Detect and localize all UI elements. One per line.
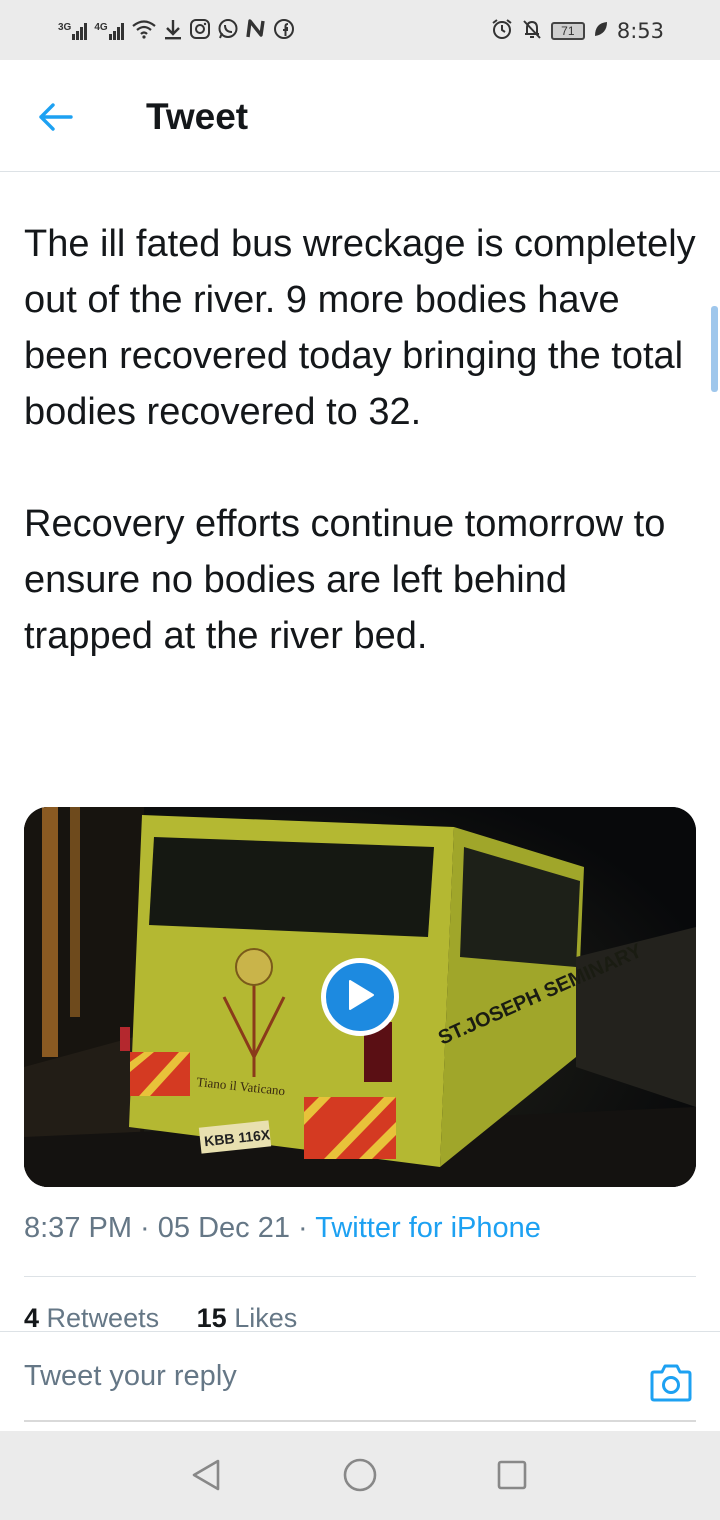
network-type-label: 3G xyxy=(58,22,72,33)
tweet-time: 8:37 PM xyxy=(24,1212,132,1244)
likes-count: 15 xyxy=(196,1303,227,1331)
camera-button[interactable] xyxy=(650,1362,692,1402)
nav-back-button[interactable] xyxy=(186,1457,226,1497)
clock: 8:53 xyxy=(616,19,664,43)
instagram-icon xyxy=(189,18,211,45)
alarm-icon xyxy=(491,18,513,45)
reply-bar: Tweet your reply xyxy=(0,1331,720,1431)
leaf-icon xyxy=(593,20,609,43)
tweet-stats: 4 Retweets 15 Likes xyxy=(24,1303,696,1331)
square-recents-icon xyxy=(496,1459,528,1496)
download-icon xyxy=(163,18,183,45)
divider xyxy=(24,1276,696,1277)
camera-icon xyxy=(650,1364,692,1406)
tweet-video[interactable]: KBB 116X Tiano il Vaticano ST.JOSEPH SEM… xyxy=(24,807,696,1187)
tweet-text: The ill fated bus wreckage is completely… xyxy=(24,223,696,657)
back-button[interactable] xyxy=(30,94,80,144)
status-right: 71 8:53 xyxy=(491,14,664,48)
likes-label: Likes xyxy=(234,1303,298,1331)
tweet-date: 05 Dec 21 xyxy=(157,1212,290,1244)
retweets-link[interactable]: 4 Retweets xyxy=(24,1303,159,1331)
tweet-source-link[interactable]: Twitter for iPhone xyxy=(315,1212,541,1244)
battery-level: 71 xyxy=(561,24,575,38)
battery-icon: 71 xyxy=(550,22,585,40)
reply-underline xyxy=(24,1420,696,1422)
retweets-count: 4 xyxy=(24,1303,40,1331)
system-nav-bar xyxy=(0,1431,720,1520)
page-title: Tweet xyxy=(146,96,249,137)
scroll-indicator[interactable] xyxy=(711,306,718,392)
likes-link[interactable]: 15 Likes xyxy=(197,1303,298,1331)
tweet-meta: 8:37 PM · 05 Dec 21 · Twitter for iPhone xyxy=(24,1212,541,1245)
status-bar: 3G 4G 71 8:53 xyxy=(0,0,720,60)
play-button[interactable] xyxy=(321,958,399,1036)
triangle-back-icon xyxy=(190,1458,222,1497)
network-type-label: 4G xyxy=(94,22,108,33)
retweets-label: Retweets xyxy=(46,1303,160,1331)
reply-input[interactable]: Tweet your reply xyxy=(24,1360,237,1393)
circle-home-icon xyxy=(343,1458,377,1497)
mute-icon xyxy=(521,18,543,45)
whatsapp-icon xyxy=(217,18,239,45)
arrow-left-icon xyxy=(37,102,73,137)
play-icon xyxy=(345,979,375,1016)
facebook-icon xyxy=(273,18,295,45)
n-icon xyxy=(245,18,267,45)
meta-separator: · xyxy=(132,1212,158,1244)
wifi-icon xyxy=(131,19,157,44)
meta-separator: · xyxy=(289,1212,316,1244)
app-header: Tweet xyxy=(0,60,720,172)
signal-icon: 3G xyxy=(58,22,88,40)
nav-recents-button[interactable] xyxy=(492,1457,532,1497)
signal-icon: 4G xyxy=(94,22,124,40)
status-left: 3G 4G xyxy=(58,14,295,48)
nav-home-button[interactable] xyxy=(340,1457,380,1497)
